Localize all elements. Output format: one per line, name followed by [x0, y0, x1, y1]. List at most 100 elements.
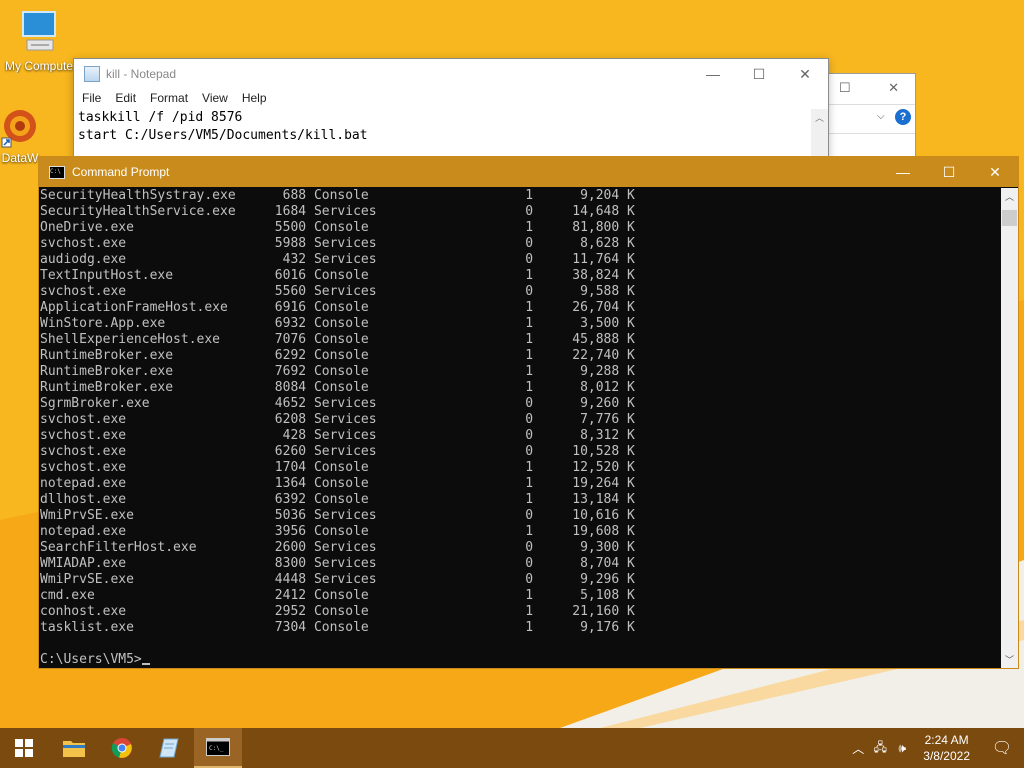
volume-icon[interactable]: 🕪 — [891, 741, 913, 756]
tasklist-row: tasklist.exe 7304 Console 1 9,176 K — [40, 620, 1000, 636]
network-icon[interactable]: 🖧 — [869, 738, 891, 759]
session-number: 0 — [439, 396, 534, 411]
process-name: svchost.exe — [40, 460, 236, 475]
tasklist-row: WinStore.App.exe 6932 Console 1 3,500 K — [40, 316, 1000, 332]
process-name: SgrmBroker.exe — [40, 396, 236, 411]
menu-format[interactable]: Format — [144, 89, 196, 109]
mem-usage: 13,184 K — [533, 492, 635, 507]
prompt-line[interactable]: C:\Users\VM5> — [40, 652, 1000, 668]
pid: 4652 — [235, 396, 314, 411]
process-name: RuntimeBroker.exe — [40, 348, 236, 363]
notification-icon[interactable]: 🗨 — [980, 738, 1024, 758]
session-number: 1 — [439, 300, 534, 315]
tasklist-row: svchost.exe 6260 Services 0 10,528 K — [40, 444, 1000, 460]
mem-usage: 3,500 K — [533, 316, 635, 331]
pid: 688 — [235, 188, 314, 203]
maximize-icon[interactable]: ☐ — [839, 80, 851, 96]
window-title: kill - Notepad — [106, 67, 177, 81]
session-number: 0 — [439, 204, 534, 219]
menu-file[interactable]: File — [76, 89, 109, 109]
tasklist-row: SecurityHealthSystray.exe 688 Console 1 … — [40, 188, 1000, 204]
scroll-down-icon[interactable]: ﹀ — [1001, 653, 1018, 666]
notepad-window[interactable]: kill - Notepad — ☐ ✕ File Edit Format Vi… — [73, 58, 829, 160]
text-editor[interactable]: taskkill /f /pid 8576 start C:/Users/VM5… — [78, 109, 810, 159]
minimize-button[interactable]: — — [690, 59, 736, 89]
system-tray: ︿ 🖧 🕪 2:24 AM 3/8/2022 🗨 — [847, 728, 1024, 768]
scroll-up-icon[interactable]: ︿ — [1001, 190, 1018, 203]
pid: 6208 — [235, 412, 314, 427]
tasklist-row: RuntimeBroker.exe 6292 Console 1 22,740 … — [40, 348, 1000, 364]
session-number: 0 — [439, 540, 534, 555]
tasklist-row: svchost.exe 5560 Services 0 9,588 K — [40, 284, 1000, 300]
mem-usage: 9,176 K — [533, 620, 635, 635]
vertical-scrollbar[interactable]: ︿ — [811, 109, 828, 159]
process-name: dllhost.exe — [40, 492, 236, 507]
session-number: 1 — [439, 460, 534, 475]
menu-view[interactable]: View — [196, 89, 236, 109]
clock[interactable]: 2:24 AM 3/8/2022 — [913, 732, 980, 764]
cmd-button[interactable]: C:\_ — [194, 728, 242, 768]
file-explorer-button[interactable] — [50, 728, 98, 768]
maximize-button[interactable]: ☐ — [926, 157, 972, 187]
session-name: Services — [313, 252, 440, 267]
process-name: WmiPrvSE.exe — [40, 508, 236, 523]
desktop-icon-dataw[interactable]: DataW — [0, 104, 40, 165]
tasklist-row: svchost.exe 6208 Services 0 7,776 K — [40, 412, 1000, 428]
tasklist-row: dllhost.exe 6392 Console 1 13,184 K — [40, 492, 1000, 508]
mem-usage: 9,296 K — [533, 572, 635, 587]
pid: 7692 — [235, 364, 314, 379]
notepad-icon — [84, 66, 100, 82]
close-icon[interactable]: ✕ — [888, 80, 899, 96]
menu-help[interactable]: Help — [236, 89, 275, 109]
pid: 3956 — [235, 524, 314, 539]
minimize-button[interactable]: — — [880, 157, 926, 187]
session-name: Services — [313, 556, 440, 571]
pid: 6392 — [235, 492, 314, 507]
notepad-button[interactable] — [146, 728, 194, 768]
session-name: Console — [313, 460, 440, 475]
tasklist-row: SgrmBroker.exe 4652 Services 0 9,260 K — [40, 396, 1000, 412]
notepad-titlebar[interactable]: kill - Notepad — ☐ ✕ — [74, 59, 828, 89]
console-output[interactable]: SecurityHealthSystray.exe 688 Console 1 … — [40, 188, 1000, 668]
pid: 1364 — [235, 476, 314, 491]
pid: 5036 — [235, 508, 314, 523]
pid: 4448 — [235, 572, 314, 587]
pid: 5560 — [235, 284, 314, 299]
mem-usage: 11,764 K — [533, 252, 635, 267]
chevron-down-icon[interactable]: ⌵ — [877, 111, 885, 122]
close-button[interactable]: ✕ — [972, 157, 1018, 187]
tasklist-row: cmd.exe 2412 Console 1 5,108 K — [40, 588, 1000, 604]
vertical-scrollbar[interactable]: ︿ ﹀ — [1001, 188, 1018, 668]
session-name: Services — [313, 428, 440, 443]
scroll-thumb[interactable] — [1002, 210, 1017, 226]
mem-usage: 10,616 K — [533, 508, 635, 523]
scroll-up-icon[interactable]: ︿ — [811, 111, 828, 124]
mem-usage: 8,012 K — [533, 380, 635, 395]
process-name: WMIADAP.exe — [40, 556, 236, 571]
tasklist-row: SecurityHealthService.exe 1684 Services … — [40, 204, 1000, 220]
start-button[interactable] — [0, 728, 48, 768]
close-button[interactable]: ✕ — [782, 59, 828, 89]
maximize-button[interactable]: ☐ — [736, 59, 782, 89]
menu-edit[interactable]: Edit — [109, 89, 144, 109]
process-name: SecurityHealthService.exe — [40, 204, 236, 219]
pid: 432 — [235, 252, 314, 267]
session-name: Console — [313, 492, 440, 507]
chevron-up-icon[interactable]: ︿ — [847, 740, 869, 757]
background-window[interactable]: ☐ ✕ ⌵ ? — [820, 73, 916, 159]
command-prompt-window[interactable]: C:\ Command Prompt — ☐ ✕ SecurityHealthS… — [38, 156, 1019, 669]
process-name: notepad.exe — [40, 524, 236, 539]
cmd-titlebar[interactable]: C:\ Command Prompt — ☐ ✕ — [39, 157, 1018, 187]
pid: 428 — [235, 428, 314, 443]
session-name: Console — [313, 220, 440, 235]
chrome-button[interactable] — [98, 728, 146, 768]
desktop-icon-my-computer[interactable]: My Computer — [4, 8, 78, 73]
session-name: Console — [313, 268, 440, 283]
session-number: 0 — [439, 252, 534, 267]
session-number: 1 — [439, 492, 534, 507]
mem-usage: 45,888 K — [533, 332, 635, 347]
mem-usage: 81,800 K — [533, 220, 635, 235]
tasklist-row: svchost.exe 5988 Services 0 8,628 K — [40, 236, 1000, 252]
help-icon[interactable]: ? — [895, 109, 911, 125]
